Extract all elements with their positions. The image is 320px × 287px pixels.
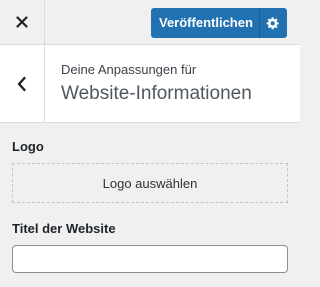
publish-button[interactable]: Veröffentlichen: [151, 8, 259, 38]
section-header: Deine Anpassungen für Website-Informatio…: [0, 45, 300, 123]
select-logo-label: Logo auswählen: [102, 175, 198, 191]
close-button[interactable]: [0, 0, 45, 44]
site-title-label: Titel der Website: [12, 221, 116, 236]
customizer-topbar: Veröffentlichen: [0, 0, 300, 45]
site-title-input[interactable]: [12, 245, 288, 273]
close-icon: [16, 16, 28, 28]
section-title: Website-Informationen: [61, 83, 252, 104]
logo-label: Logo: [12, 139, 44, 154]
section-subtitle: Deine Anpassungen für: [61, 62, 197, 77]
chevron-left-icon: [17, 76, 27, 92]
publish-settings-button[interactable]: [258, 8, 287, 38]
gear-icon: [266, 16, 280, 30]
back-button[interactable]: [0, 45, 45, 122]
select-logo-button[interactable]: Logo auswählen: [12, 163, 288, 203]
publish-button-group: Veröffentlichen: [151, 8, 287, 38]
